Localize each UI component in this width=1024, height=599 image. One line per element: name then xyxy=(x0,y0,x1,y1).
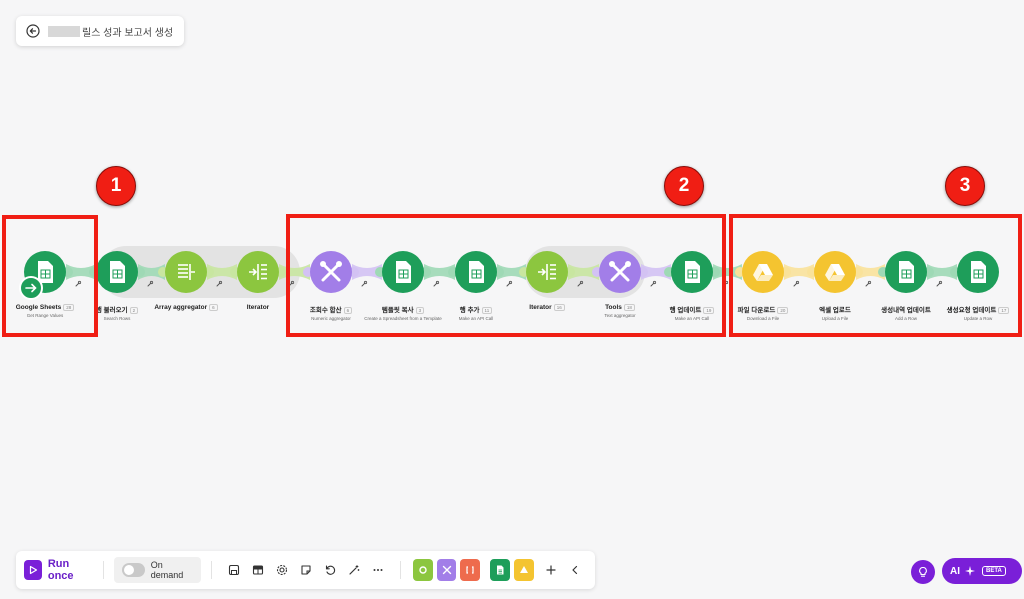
more-icon[interactable] xyxy=(369,560,387,580)
lightbulb-icon xyxy=(917,566,929,578)
beta-badge: BETA xyxy=(982,566,1006,576)
module-id: 2 xyxy=(129,306,139,314)
ai-label: AI xyxy=(950,565,960,577)
on-demand-label: On demand xyxy=(150,560,184,580)
highlight-box-1 xyxy=(2,215,98,337)
module-name: Array aggregator xyxy=(154,304,208,312)
module-name: 행 불러오기 xyxy=(95,307,128,314)
bottom-toolbar: Run once On demand xyxy=(16,551,595,589)
on-demand-toggle[interactable]: On demand xyxy=(113,557,201,583)
tools-green-shortcut[interactable] xyxy=(412,559,433,581)
toolbar-divider xyxy=(210,561,212,579)
notes-icon[interactable] xyxy=(297,560,315,580)
drive-shortcut[interactable] xyxy=(514,559,534,581)
toolbar-divider xyxy=(102,561,104,579)
settings-icon[interactable] xyxy=(273,560,291,580)
highlight-box-3 xyxy=(729,214,1022,337)
magic-wand-icon[interactable] xyxy=(345,560,363,580)
sheets-icon xyxy=(110,261,125,283)
table-icon[interactable] xyxy=(249,560,267,580)
tools-purple-shortcut[interactable] xyxy=(436,559,457,581)
highlight-box-2 xyxy=(286,214,726,337)
ai-assistant-button[interactable]: AI BETA xyxy=(942,558,1022,584)
module-node[interactable] xyxy=(96,251,138,293)
toggle-switch[interactable] xyxy=(121,563,145,577)
run-once-button[interactable]: Run once xyxy=(24,558,93,582)
save-icon[interactable] xyxy=(225,560,243,580)
undo-icon[interactable] xyxy=(321,560,339,580)
chevron-left-icon[interactable] xyxy=(566,560,584,580)
flow-control-shortcut[interactable] xyxy=(460,559,481,581)
play-icon xyxy=(24,560,42,580)
sheets-shortcut[interactable] xyxy=(490,559,511,581)
lightbulb-button[interactable] xyxy=(911,560,935,584)
module-node[interactable] xyxy=(237,251,279,293)
module-node[interactable] xyxy=(165,251,207,293)
run-once-label: Run once xyxy=(47,558,74,582)
module-name: Iterator xyxy=(246,304,270,311)
toolbar-divider xyxy=(399,561,401,579)
plus-icon[interactable] xyxy=(542,560,560,580)
sparkle-icon xyxy=(964,565,976,577)
